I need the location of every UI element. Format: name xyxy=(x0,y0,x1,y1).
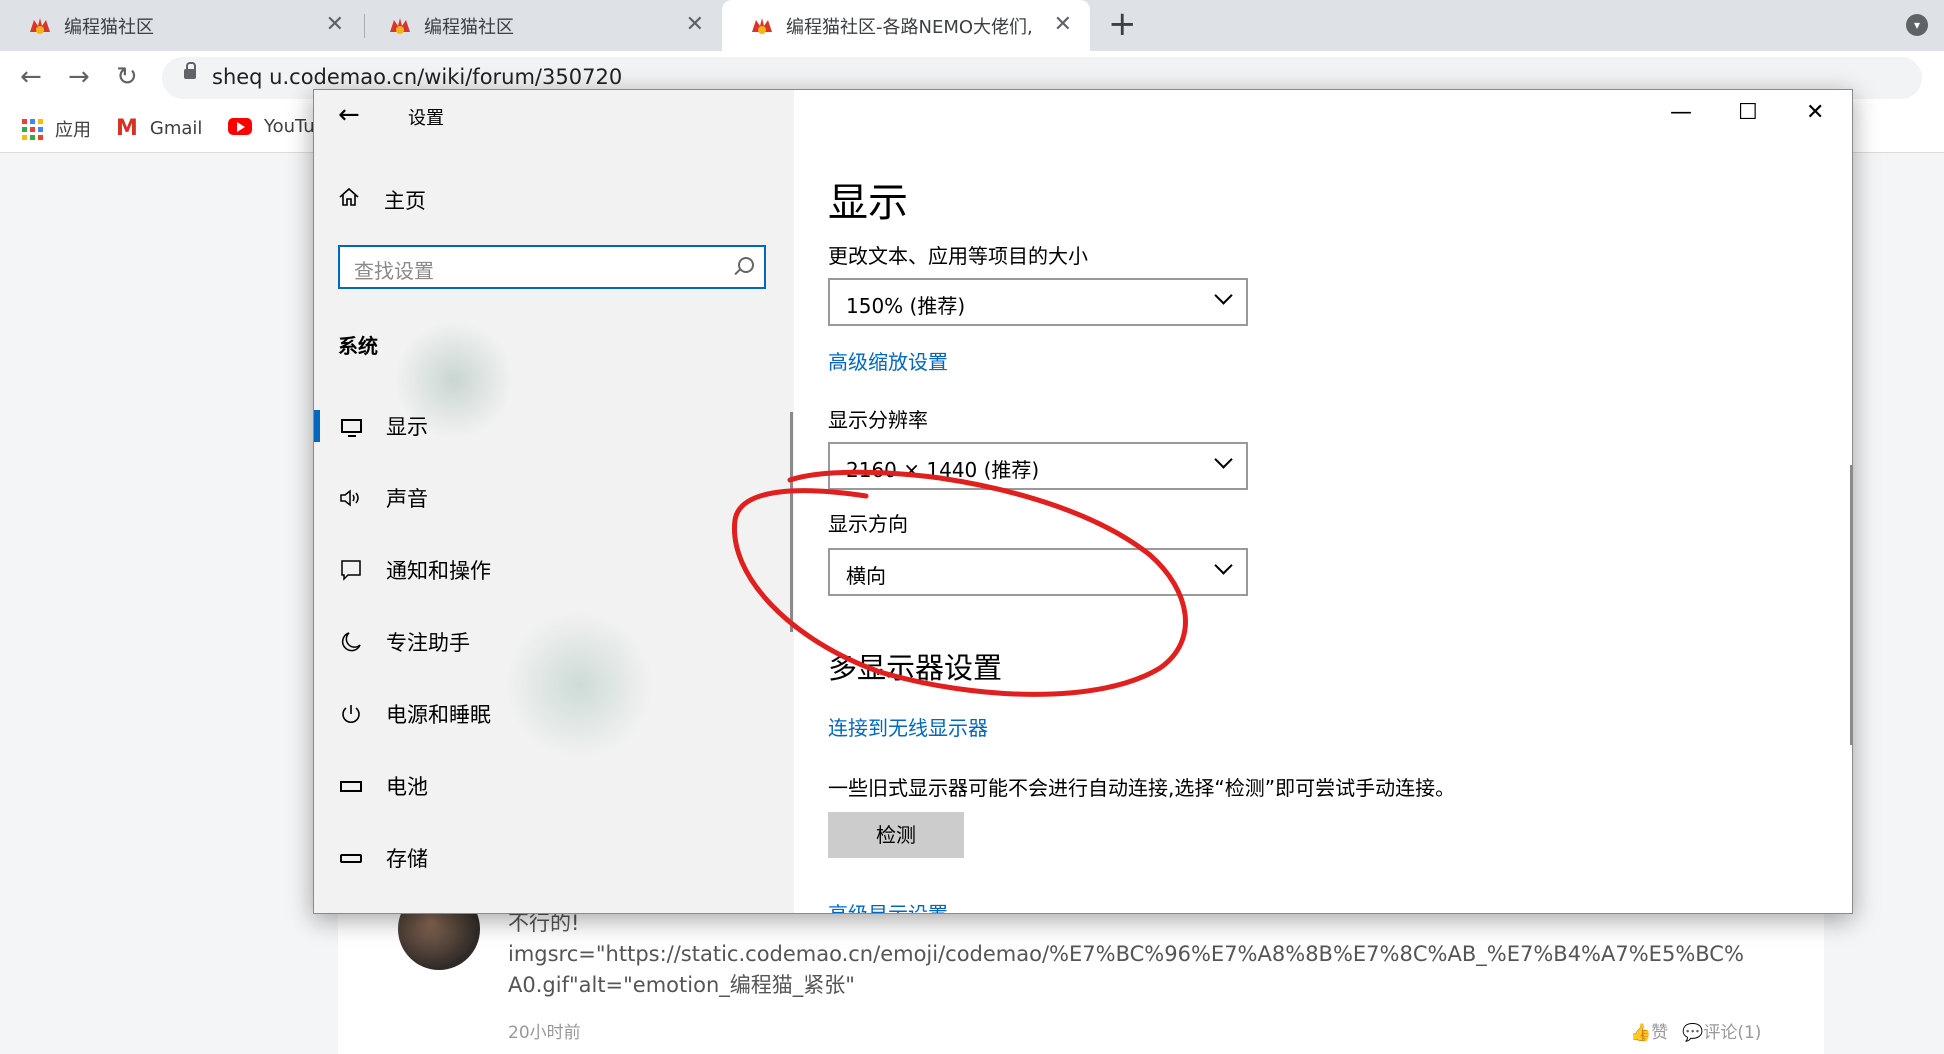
resolution-dropdown[interactable]: 2160 × 1440 (推荐) xyxy=(828,442,1248,490)
detect-button[interactable]: 检测 xyxy=(828,812,964,858)
browser-tab-2[interactable]: 编程猫社区 ✕ xyxy=(360,0,722,51)
bookmark-gmail[interactable]: M Gmail xyxy=(116,116,202,141)
nav-home-label: 主页 xyxy=(384,189,426,213)
orientation-value: 横向 xyxy=(846,564,886,588)
nav-item-label: 通知和操作 xyxy=(386,559,491,583)
comment-line: imgsrc="https://static.codemao.cn/emoji/… xyxy=(508,942,1744,997)
apps-grid-icon xyxy=(22,118,43,140)
tab-title: 编程猫社区-各路NEMO大佬们, xyxy=(786,16,1033,38)
forward-arrow-icon[interactable]: → xyxy=(68,62,90,92)
wireless-display-link[interactable]: 连接到无线显示器 xyxy=(828,712,988,741)
resolution-label: 显示分辨率 xyxy=(828,408,928,432)
chevron-down-icon xyxy=(1214,556,1233,575)
nav-item-label: 存储 xyxy=(386,847,428,871)
thumbs-up-icon: 👍 xyxy=(1630,1023,1652,1043)
back-arrow-icon[interactable]: ← xyxy=(338,100,360,130)
settings-nav: 显示 声音 通知和操作 专注助手 电源和睡眠 电池 存储 xyxy=(314,390,794,894)
legacy-display-text: 一些旧式显示器可能不会进行自动连接,选择“检测”即可尝试手动连接。 xyxy=(828,776,1456,800)
content-scrollbar[interactable] xyxy=(1850,465,1852,745)
nav-item-power[interactable]: 电源和睡眠 xyxy=(314,678,794,750)
nav-item-label: 专注助手 xyxy=(386,631,470,655)
tab-close-icon[interactable]: ✕ xyxy=(1054,12,1072,37)
codemao-favicon-icon xyxy=(388,14,412,38)
advanced-scaling-link[interactable]: 高级缩放设置 xyxy=(828,346,948,375)
settings-search-input[interactable]: 查找设置 xyxy=(338,245,766,289)
comment-button[interactable]: 💬评论(1) xyxy=(1682,1018,1761,1043)
monitor-icon xyxy=(338,419,364,437)
nav-item-focus-assist[interactable]: 专注助手 xyxy=(314,606,794,678)
bookmark-label: Gmail xyxy=(149,118,203,139)
sidebar-scrollbar[interactable] xyxy=(790,412,793,632)
advanced-display-link[interactable]: 高级显示设置 xyxy=(828,898,948,913)
codemao-favicon-icon xyxy=(750,14,774,38)
comment-icon: 💬 xyxy=(1682,1023,1704,1043)
tab-title: 编程猫社区 xyxy=(424,16,514,38)
resolution-value: 2160 × 1440 (推荐) xyxy=(846,458,1040,482)
back-arrow-icon[interactable]: ← xyxy=(20,62,42,92)
nav-item-notifications[interactable]: 通知和操作 xyxy=(314,534,794,606)
new-tab-button[interactable]: + xyxy=(1108,6,1137,42)
nav-item-display[interactable]: 显示 xyxy=(314,390,794,462)
orientation-label: 显示方向 xyxy=(828,512,908,536)
section-title: 系统 xyxy=(338,334,378,358)
speaker-icon xyxy=(338,488,364,508)
nav-item-label: 电源和睡眠 xyxy=(386,703,491,727)
browser-tab-3[interactable]: 编程猫社区-各路NEMO大佬们, ✕ xyxy=(722,0,1090,51)
lock-icon xyxy=(184,62,196,79)
battery-icon xyxy=(338,780,364,792)
gmail-icon: M xyxy=(116,116,138,141)
scale-label: 更改文本、应用等项目的大小 xyxy=(828,244,1088,268)
youtube-icon xyxy=(228,118,252,135)
comment-text: 不行的! imgsrc="https://static.codemao.cn/e… xyxy=(508,908,1758,1001)
orientation-dropdown[interactable]: 横向 xyxy=(828,548,1248,596)
chevron-down-icon xyxy=(1214,286,1233,305)
nav-item-storage[interactable]: 存储 xyxy=(314,822,794,894)
page-title: 显示 xyxy=(828,180,908,226)
bookmark-youtube[interactable]: YouTu xyxy=(228,116,315,137)
nav-item-label: 电池 xyxy=(386,775,428,799)
nav-item-label: 声音 xyxy=(386,487,428,511)
nav-item-battery[interactable]: 电池 xyxy=(314,750,794,822)
scale-value: 150% (推荐) xyxy=(846,294,966,318)
multi-display-title: 多显示器设置 xyxy=(828,651,1003,685)
home-icon xyxy=(338,186,364,214)
notification-icon xyxy=(338,559,364,581)
nav-item-sound[interactable]: 声音 xyxy=(314,462,794,534)
settings-window: ← 设置 主页 查找设置 系统 显示 声音 通知和操作 专注助手 电源和睡眠 电… xyxy=(313,89,1853,914)
nav-item-label: 显示 xyxy=(386,415,428,439)
codemao-favicon-icon xyxy=(28,14,52,38)
comment-time: 20小时前 xyxy=(508,1023,581,1043)
settings-sidebar: ← 设置 主页 查找设置 系统 显示 声音 通知和操作 专注助手 电源和睡眠 电… xyxy=(314,90,794,913)
like-button[interactable]: 👍赞 xyxy=(1630,1018,1668,1043)
settings-content: 显示 更改文本、应用等项目的大小 150% (推荐) 高级缩放设置 显示分辨率 … xyxy=(794,90,1852,913)
chevron-down-icon xyxy=(1214,450,1233,469)
tab-close-icon[interactable]: ✕ xyxy=(686,12,704,37)
reload-icon[interactable]: ↻ xyxy=(116,62,138,92)
chevron-down-icon[interactable]: ▾ xyxy=(1906,14,1928,36)
moon-icon xyxy=(338,631,364,653)
browser-tabstrip: 编程猫社区 ✕ 编程猫社区 ✕ 编程猫社区-各路NEMO大佬们, ✕ + ▾ xyxy=(0,0,1944,51)
window-title: 设置 xyxy=(408,108,444,129)
tab-close-icon[interactable]: ✕ xyxy=(326,12,344,37)
power-icon xyxy=(338,703,364,725)
url-text[interactable]: sheq u.codemao.cn/wiki/forum/350720 xyxy=(212,65,622,89)
scale-dropdown[interactable]: 150% (推荐) xyxy=(828,278,1248,326)
bookmark-label: 应用 xyxy=(55,120,91,141)
search-placeholder: 查找设置 xyxy=(354,259,434,283)
tab-title: 编程猫社区 xyxy=(64,16,154,38)
comment-actions: 👍赞 💬评论(1) xyxy=(1630,1018,1761,1043)
bookmark-label: YouTu xyxy=(264,116,315,137)
storage-icon xyxy=(338,853,364,863)
bookmark-apps[interactable]: 应用 xyxy=(22,116,91,142)
nav-home[interactable]: 主页 xyxy=(338,185,426,215)
browser-tab-1[interactable]: 编程猫社区 ✕ xyxy=(0,0,362,51)
search-icon[interactable] xyxy=(738,257,754,273)
